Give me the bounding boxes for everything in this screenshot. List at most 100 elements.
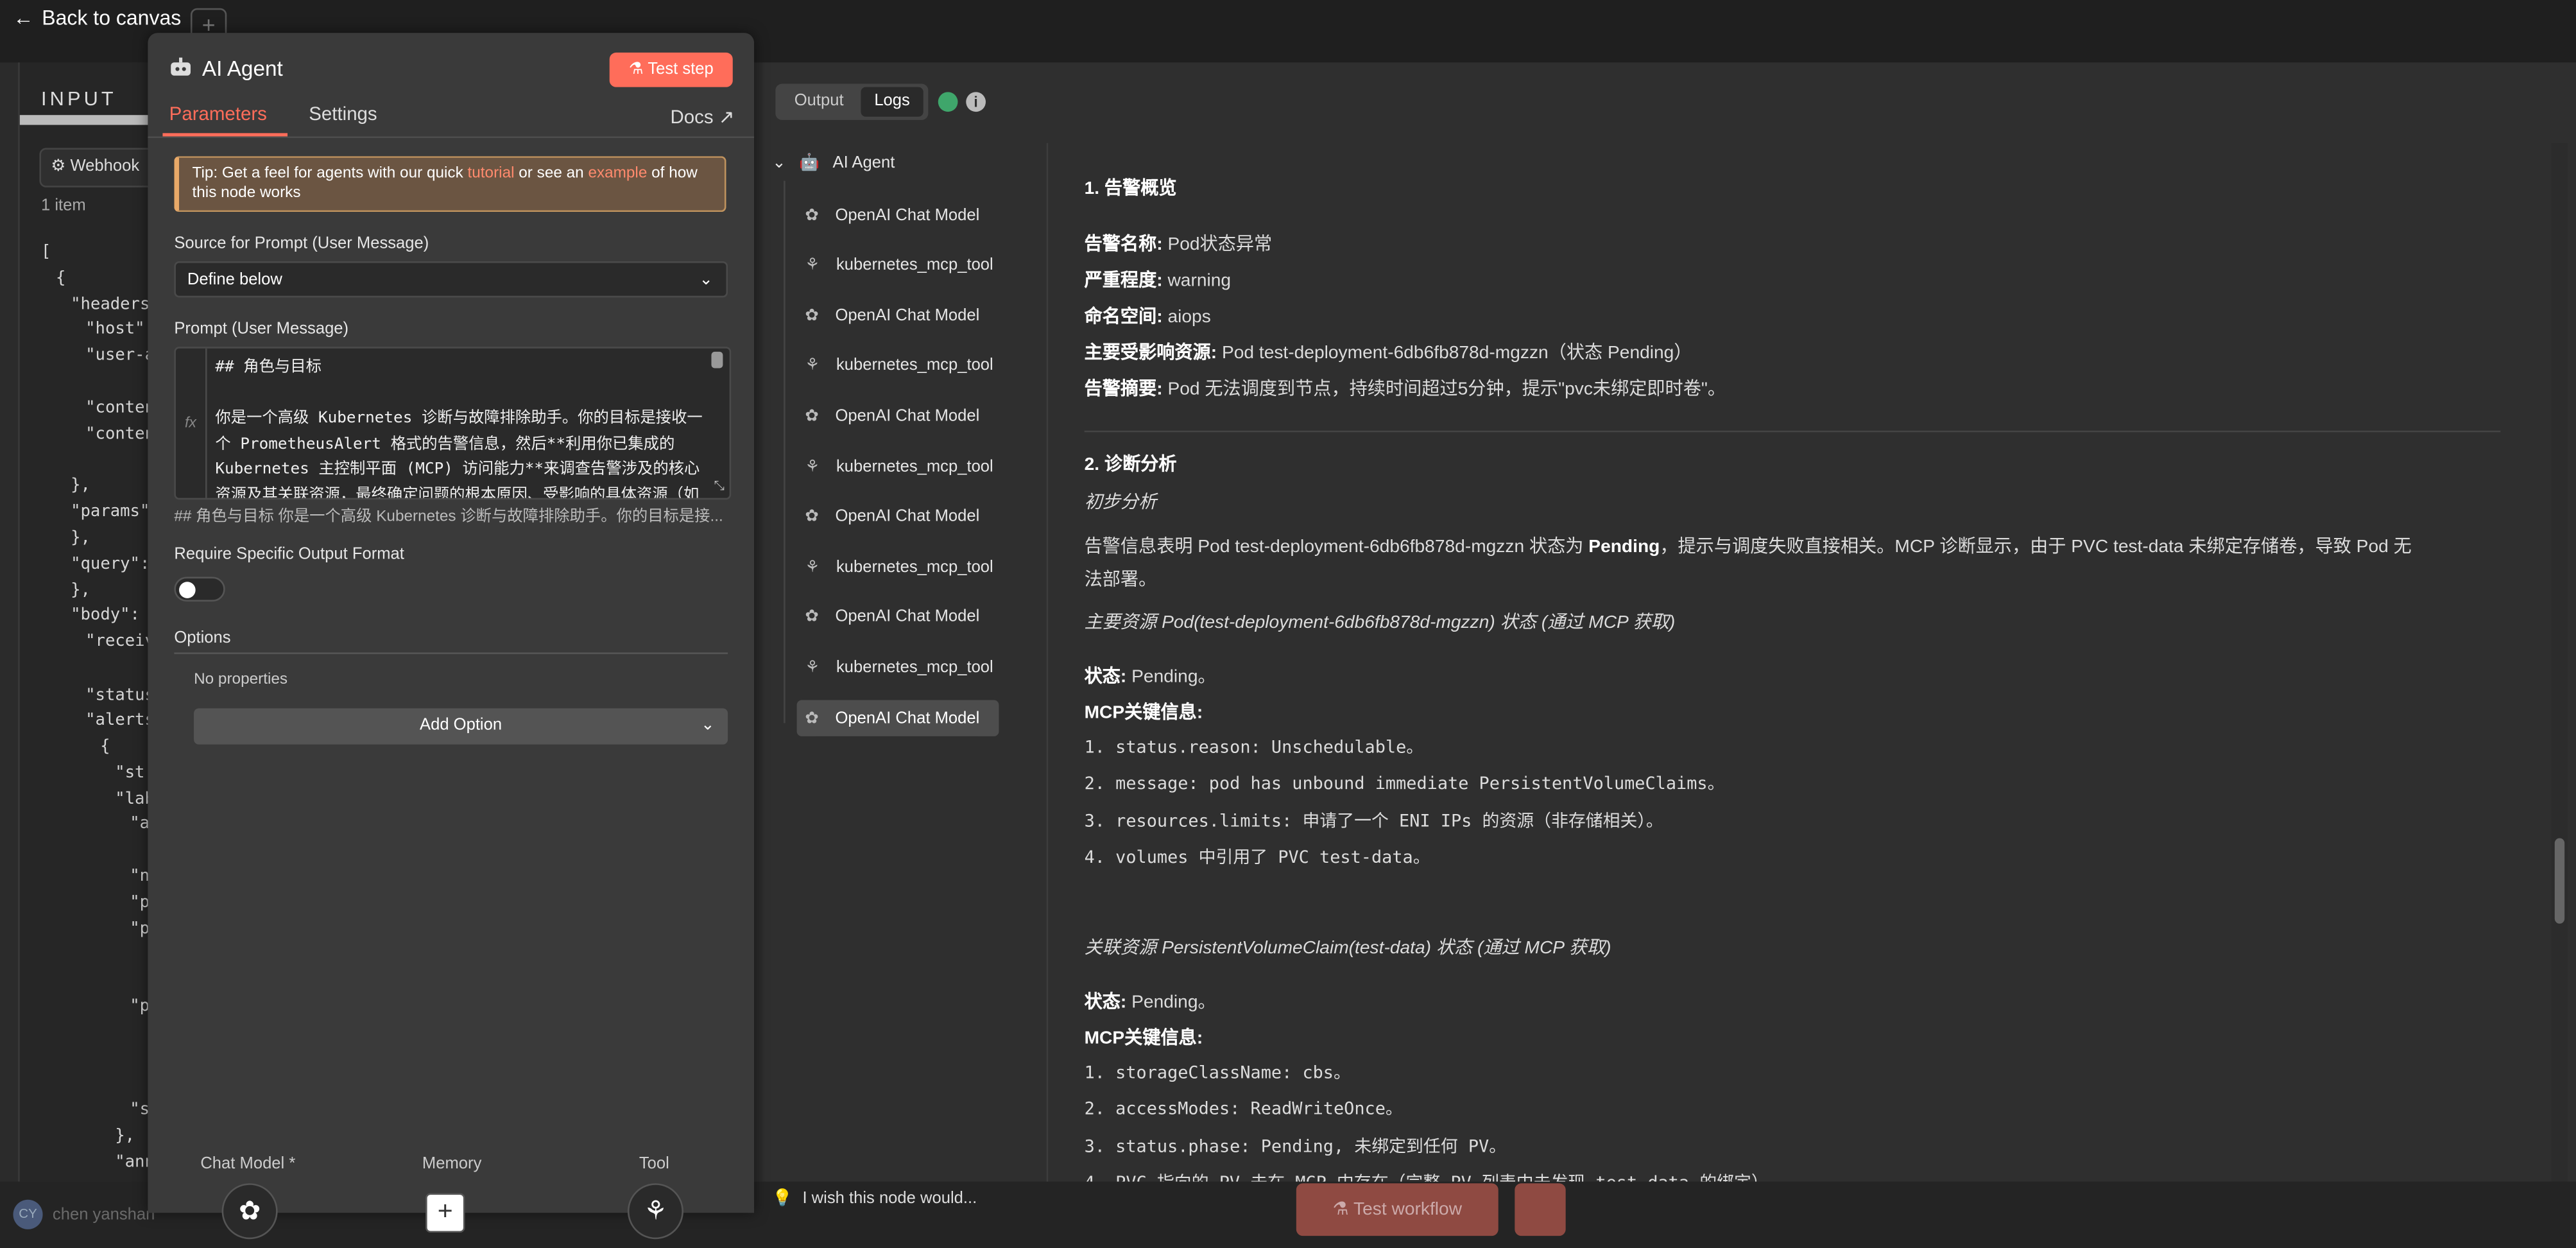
analysis-paragraph: 告警信息表明 Pod test-deployment-6db6fb878d-mg… xyxy=(1084,537,2412,557)
tree-item[interactable]: ✿ OpenAI Chat Model xyxy=(797,499,999,535)
robot-icon xyxy=(171,57,191,76)
tool-slot-label: Tool xyxy=(639,1155,669,1174)
add-memory-plus-icon[interactable]: + xyxy=(425,1193,465,1233)
back-to-canvas-button[interactable]: ← Back to canvas xyxy=(13,6,181,30)
test-step-label: Test step xyxy=(648,60,714,79)
tree-root-ai-agent[interactable]: ⌄ 🤖 AI Agent xyxy=(772,155,895,173)
info-icon[interactable]: i xyxy=(966,92,986,112)
mcp-tool-icon: ⚘ xyxy=(805,256,820,275)
json-line: }, xyxy=(71,529,90,548)
content-divider xyxy=(1046,143,1049,1182)
panel-title: AI Agent xyxy=(202,56,283,81)
tree-connector xyxy=(784,180,786,724)
docs-link[interactable]: Docs ↗ xyxy=(670,105,734,128)
trash-icon[interactable] xyxy=(1515,1183,1566,1236)
content-scrollbar[interactable] xyxy=(2551,143,2568,1182)
prompt-scrollbar[interactable] xyxy=(711,351,723,368)
robot-icon: 🤖 xyxy=(799,154,820,173)
numbered-item: 3. resources.limits: 申请了一个 ENI IPs 的资源（非… xyxy=(1084,811,1663,831)
add-option-label: Add Option xyxy=(420,716,502,735)
json-line: "s xyxy=(130,1101,150,1120)
tree-item[interactable]: ✿ OpenAI Chat Model xyxy=(797,197,999,233)
json-line: }, xyxy=(71,476,90,495)
source-select[interactable]: Define below ⌄ xyxy=(174,261,728,298)
mcp-tool-icon: ⚘ xyxy=(805,357,820,376)
chevron-down-icon: ⌄ xyxy=(701,716,715,735)
tree-root-label: AI Agent xyxy=(832,154,895,173)
json-line: "headers" xyxy=(71,295,160,314)
numbered-item: 1. storageClassName: cbs。 xyxy=(1084,1063,1351,1084)
openai-icon: ✿ xyxy=(805,306,819,325)
user-info[interactable]: CY chen yanshan xyxy=(13,1199,155,1229)
tree-item[interactable]: ⚘ kubernetes_mcp_tool xyxy=(797,348,999,384)
tree-item-label: OpenAI Chat Model xyxy=(835,508,980,526)
tree-item[interactable]: ⚘ kubernetes_mcp_tool xyxy=(797,248,999,284)
source-select-value: Define below xyxy=(187,271,282,290)
chat-model-openai-icon[interactable]: ✿ xyxy=(221,1183,278,1240)
toggle-knob xyxy=(179,582,196,598)
prompt-editor[interactable]: fx ## 角色与目标 你是一个高级 Kubernetes 诊断与故障排除助手。… xyxy=(174,347,732,500)
tool-mcp-icon[interactable]: ⚘ xyxy=(627,1183,683,1240)
expand-icon[interactable]: ⤡ xyxy=(714,478,725,495)
tree-item-label: kubernetes_mcp_tool xyxy=(836,357,993,376)
numbered-item: 4. PVC 指向的 PV 未在 MCP 中存在（完整 PV 列表中未发现 te… xyxy=(1085,1170,1769,1182)
analysis-paragraph-cont: 法部署。 xyxy=(1084,570,1157,591)
tree-item[interactable]: ⚘ kubernetes_mcp_tool xyxy=(797,449,999,485)
json-line: [ xyxy=(41,243,51,262)
expression-fx-icon[interactable]: fx xyxy=(176,348,207,498)
numbered-item: 1. status.reason: Unschedulable。 xyxy=(1084,738,1424,758)
external-link-icon: ↗ xyxy=(718,108,735,128)
webhook-node-chip[interactable]: ⚙ Webhook xyxy=(39,148,160,187)
tree-item[interactable]: ✿ OpenAI Chat Model xyxy=(797,298,999,334)
tree-item[interactable]: ✿ OpenAI Chat Model xyxy=(797,600,999,636)
pod-heading: 主要资源 Pod(test-deployment-6db6fb878d-mgzz… xyxy=(1084,612,1676,633)
json-line: "p xyxy=(130,894,150,912)
tree-item[interactable]: ✿ OpenAI Chat Model xyxy=(796,700,999,736)
json-line: "conten xyxy=(85,399,155,418)
tab-output[interactable]: Output xyxy=(784,91,854,114)
input-scrollbar[interactable] xyxy=(19,115,160,125)
pod-mcp-label: MCP关键信息: xyxy=(1085,698,1203,725)
lightbulb-icon: 💡 xyxy=(772,1190,793,1208)
docs-label: Docs xyxy=(670,108,714,128)
tab-parameters[interactable]: Parameters xyxy=(169,105,267,125)
tab-logs[interactable]: Logs xyxy=(861,87,923,117)
tree-item-label: OpenAI Chat Model xyxy=(835,709,980,727)
webhook-label: Webhook xyxy=(70,157,140,176)
add-option-select[interactable]: Add Option ⌄ xyxy=(194,708,728,745)
example-link[interactable]: example xyxy=(588,164,647,182)
prompt-text[interactable]: ## 角色与目标 你是一个高级 Kubernetes 诊断与故障排除助手。你的目… xyxy=(215,355,708,498)
test-workflow-button[interactable]: ⚗ Test workflow xyxy=(1296,1183,1498,1236)
json-line: "a xyxy=(130,815,150,833)
mcp-tool-icon: ⚘ xyxy=(805,457,820,476)
no-properties: No properties xyxy=(194,670,288,689)
prompt-label: Prompt (User Message) xyxy=(174,320,349,339)
user-name: chen yanshan xyxy=(52,1205,155,1224)
tree-item[interactable]: ✿ OpenAI Chat Model xyxy=(797,399,999,435)
content-scrollbar-thumb[interactable] xyxy=(2554,838,2565,924)
tab-settings[interactable]: Settings xyxy=(309,105,377,125)
tip-callout: Tip: Get a feel for agents with our quic… xyxy=(174,156,726,212)
tree-item-label: OpenAI Chat Model xyxy=(835,608,980,627)
tree-item[interactable]: ⚘ kubernetes_mcp_tool xyxy=(797,550,999,585)
section-2-subtitle: 初步分析 xyxy=(1084,493,1157,513)
json-line: "host": xyxy=(85,320,155,339)
tree-item[interactable]: ⚘ kubernetes_mcp_tool xyxy=(797,650,999,686)
pvc-status: 状态: Pending。 xyxy=(1085,988,1216,1014)
numbered-item: 2. accessModes: ReadWriteOnce。 xyxy=(1084,1100,1403,1120)
feedback-label: I wish this node would... xyxy=(802,1190,977,1208)
tutorial-link[interactable]: tutorial xyxy=(468,164,515,182)
input-title: INPUT xyxy=(41,87,117,110)
test-step-button[interactable]: ⚗ Test step xyxy=(609,52,733,87)
require-output-toggle[interactable] xyxy=(174,576,225,602)
chevron-down-icon: ⌄ xyxy=(772,154,786,173)
tree-item-label: kubernetes_mcp_tool xyxy=(836,659,993,677)
tree-item-label: kubernetes_mcp_tool xyxy=(836,457,993,476)
numbered-item: 4. volumes 中引用了 PVC test-data。 xyxy=(1084,847,1430,868)
pvc-mcp-label: MCP关键信息: xyxy=(1085,1024,1203,1050)
overview-item: 告警名称: Pod状态异常 xyxy=(1085,230,1273,256)
mcp-tool-icon: ⚘ xyxy=(805,659,820,677)
tree-item-label: OpenAI Chat Model xyxy=(835,206,980,225)
json-line: "p xyxy=(130,920,150,939)
feedback-link[interactable]: 💡 I wish this node would... xyxy=(772,1190,977,1208)
